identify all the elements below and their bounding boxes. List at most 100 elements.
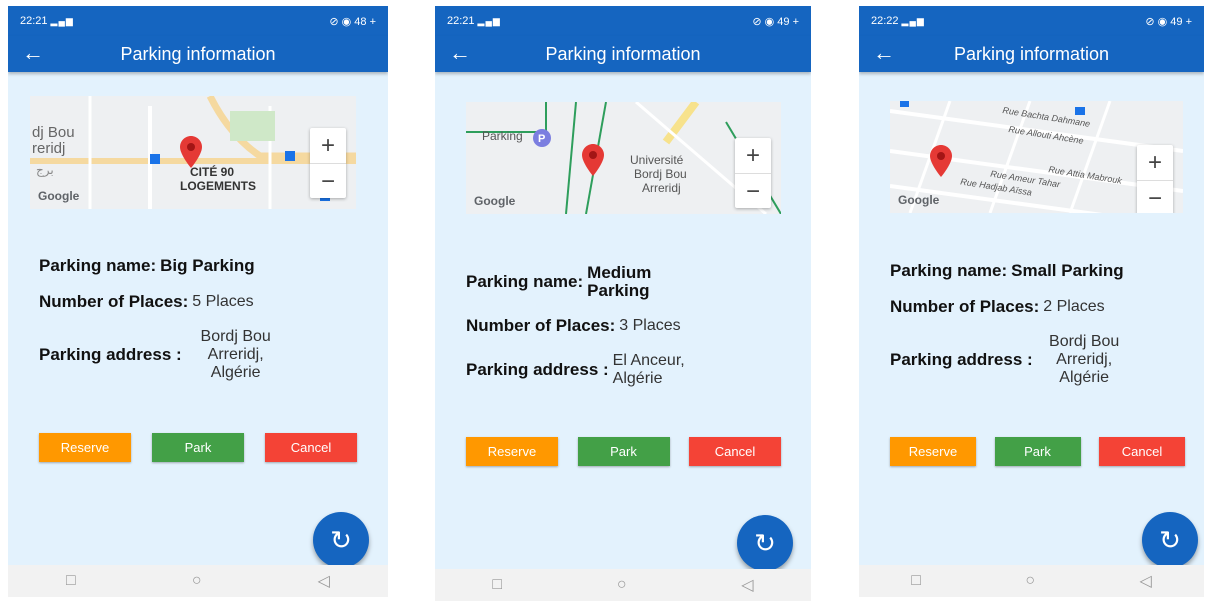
- map-label: برج: [36, 163, 54, 177]
- phone-screen-medium-parking: 22:21 ▂▄▆ ⊘ ◉ 49 + ← Parking information …: [435, 6, 811, 601]
- page-title: Parking information: [545, 44, 701, 64]
- cancel-button[interactable]: Cancel: [1099, 437, 1185, 466]
- action-buttons: Reserve Park Cancel: [890, 437, 1185, 466]
- status-bar: 22:21 ▂▄▆ ⊘ ◉ 49 +: [435, 6, 811, 36]
- status-time: 22:22: [871, 15, 899, 27]
- refresh-icon[interactable]: ↻: [737, 515, 793, 571]
- recent-apps-icon[interactable]: □: [492, 576, 502, 594]
- map-label: dj Bou: [32, 124, 75, 141]
- recent-apps-icon[interactable]: □: [911, 572, 921, 590]
- park-button[interactable]: Park: [577, 437, 670, 466]
- parking-info: Parking name: Big Parking Number of Plac…: [39, 256, 359, 398]
- app-bar: ← Parking information: [435, 36, 811, 72]
- map-label: Parking: [482, 129, 523, 143]
- action-buttons: Reserve Park Cancel: [39, 433, 357, 462]
- status-time: 22:21: [20, 15, 48, 27]
- status-time: 22:21: [447, 15, 475, 27]
- parking-name-value: Big Parking: [160, 256, 255, 275]
- system-nav-bar: □ ○ ◁: [859, 565, 1204, 597]
- app-bar: ← Parking information: [859, 36, 1204, 72]
- parking-info: Parking name: Small Parking Number of Pl…: [890, 261, 1190, 403]
- back-nav-icon[interactable]: ◁: [741, 575, 753, 595]
- svg-text:P: P: [538, 133, 545, 145]
- places-value: 5 Places: [192, 293, 254, 310]
- map-label: Bordj Bou: [634, 167, 687, 181]
- plus-icon[interactable]: +: [310, 128, 346, 164]
- reserve-button[interactable]: Reserve: [890, 437, 976, 466]
- places-value: 2 Places: [1043, 298, 1105, 315]
- map-label: Université: [630, 153, 684, 167]
- google-logo: Google: [38, 189, 80, 203]
- page-title: Parking information: [953, 44, 1110, 64]
- park-button[interactable]: Park: [152, 433, 244, 462]
- minus-icon[interactable]: −: [310, 164, 346, 199]
- map-label: Arreridj: [642, 181, 681, 195]
- parking-name-label: Parking name:: [39, 256, 157, 275]
- recent-apps-icon[interactable]: □: [66, 572, 76, 590]
- status-icons: ⊘ ◉ 48 +: [329, 15, 376, 28]
- places-label: Number of Places:: [890, 297, 1040, 316]
- home-icon[interactable]: ○: [617, 576, 627, 594]
- places-row: Number of Places: 3 Places: [466, 316, 786, 336]
- status-icons: ⊘ ◉ 49 +: [1145, 15, 1192, 28]
- map-pin-icon[interactable]: [930, 145, 952, 177]
- signal-icon: ▂▄▆: [50, 16, 74, 26]
- address-value: El Anceur, Algérie: [612, 352, 685, 387]
- zoom-controls: + −: [735, 138, 771, 208]
- minus-icon[interactable]: −: [1137, 181, 1173, 213]
- address-row: Parking address : El Anceur, Algérie: [466, 352, 786, 388]
- address-value: Bordj Bou Arreridj, Algérie: [1049, 333, 1120, 386]
- parking-name-row: Parking name: Small Parking: [890, 261, 1190, 281]
- reserve-button[interactable]: Reserve: [466, 437, 558, 466]
- page-title: Parking information: [120, 44, 276, 64]
- refresh-icon[interactable]: ↻: [1142, 512, 1198, 568]
- refresh-icon[interactable]: ↻: [313, 512, 369, 568]
- park-button[interactable]: Park: [994, 437, 1081, 466]
- places-label: Number of Places:: [39, 292, 189, 311]
- zoom-controls: + −: [310, 128, 346, 198]
- signal-icon: ▂▄▆: [477, 16, 501, 26]
- plus-icon[interactable]: +: [1137, 145, 1173, 181]
- parking-name-label: Parking name:: [466, 272, 584, 291]
- map-view[interactable]: dj Bou reridj CITÉ 90 LOGEMENTS برج Goog…: [30, 96, 356, 209]
- parking-name-value: Medium Parking: [587, 263, 652, 300]
- parking-name-value: Small Parking: [1011, 261, 1124, 280]
- home-icon[interactable]: ○: [192, 572, 202, 590]
- cancel-button[interactable]: Cancel: [265, 433, 357, 462]
- status-bar: 22:21 ▂▄▆ ⊘ ◉ 48 +: [8, 6, 388, 36]
- zoom-controls: + −: [1137, 145, 1173, 213]
- status-icons: ⊘ ◉ 49 +: [752, 15, 799, 28]
- map-label: reridj: [32, 140, 66, 157]
- status-bar: 22:22 ▂▄▆ ⊘ ◉ 49 +: [859, 6, 1204, 36]
- address-label: Parking address :: [39, 345, 182, 364]
- minus-icon[interactable]: −: [735, 174, 771, 209]
- places-row: Number of Places: 5 Places: [39, 292, 359, 312]
- map-pin-icon[interactable]: [582, 144, 604, 176]
- action-buttons: Reserve Park Cancel: [466, 437, 781, 466]
- map-view[interactable]: Rue Bachta Dahmane Rue Allouti Ahcène Ru…: [890, 101, 1183, 213]
- plus-icon[interactable]: +: [735, 138, 771, 174]
- map-view[interactable]: P Parking Université Bordj Bou Arreridj …: [466, 102, 781, 214]
- google-logo: Google: [474, 194, 516, 208]
- address-row: Parking address : Bordj Bou Arreridj, Al…: [890, 333, 1190, 387]
- address-label: Parking address :: [890, 350, 1033, 369]
- map-pin-icon[interactable]: [180, 136, 202, 168]
- google-logo: Google: [898, 193, 940, 207]
- address-value: Bordj Bou Arreridj, Algérie: [200, 328, 271, 381]
- parking-name-row: Parking name: Medium Parking: [466, 264, 786, 300]
- address-label: Parking address :: [466, 360, 609, 379]
- parking-info: Parking name: Medium Parking Number of P…: [466, 264, 786, 404]
- phone-screen-big-parking: 22:21 ▂▄▆ ⊘ ◉ 48 + ← Parking information …: [8, 6, 388, 597]
- system-nav-bar: □ ○ ◁: [8, 565, 388, 597]
- places-row: Number of Places: 2 Places: [890, 297, 1190, 317]
- app-bar: ← Parking information: [8, 36, 388, 72]
- back-nav-icon[interactable]: ◁: [1139, 571, 1151, 591]
- phone-screen-small-parking: 22:22 ▂▄▆ ⊘ ◉ 49 + ← Parking information …: [859, 6, 1204, 597]
- reserve-button[interactable]: Reserve: [39, 433, 131, 462]
- home-icon[interactable]: ○: [1025, 572, 1035, 590]
- system-nav-bar: □ ○ ◁: [435, 569, 811, 601]
- signal-icon: ▂▄▆: [901, 16, 925, 26]
- back-nav-icon[interactable]: ◁: [318, 571, 330, 591]
- places-value: 3 Places: [619, 317, 681, 334]
- cancel-button[interactable]: Cancel: [689, 437, 781, 466]
